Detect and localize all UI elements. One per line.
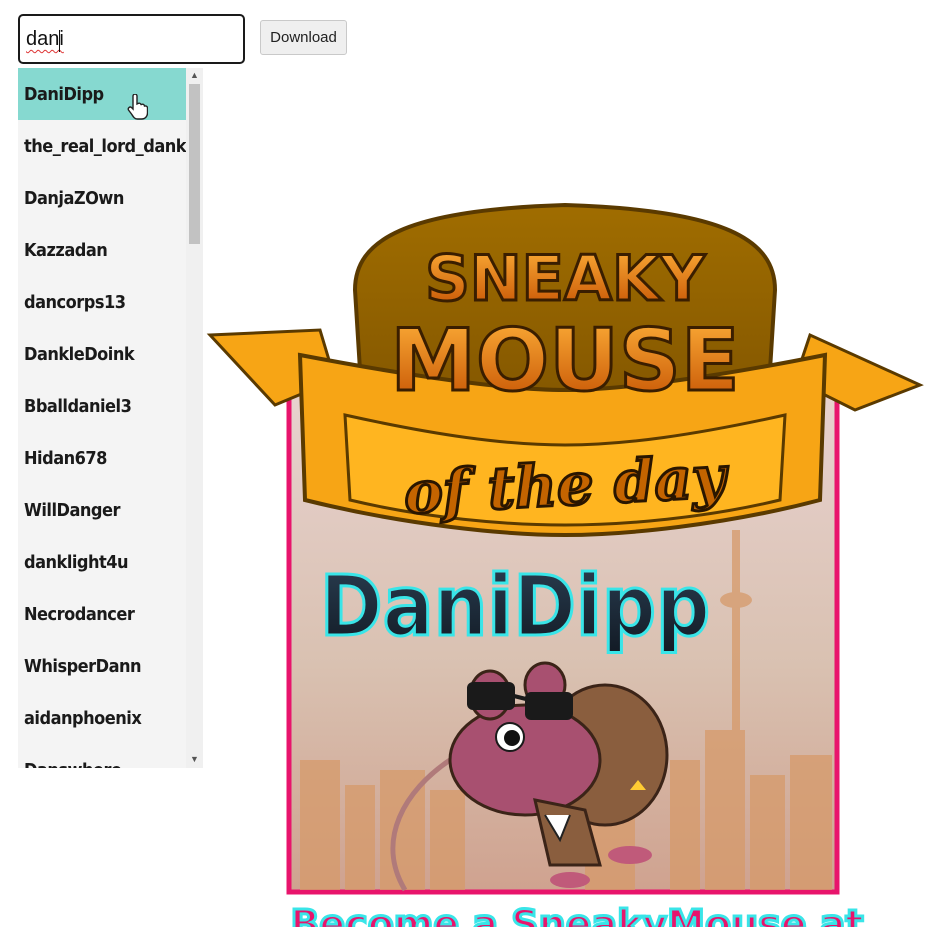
- sneaky-mouse-poster: SNEAKY MOUSE of the day DaniDipp Become …: [206, 202, 924, 927]
- scroll-thumb[interactable]: [189, 84, 200, 244]
- title-line2: MOUSE: [390, 311, 739, 411]
- hand-cursor-icon: [127, 94, 148, 120]
- poster-footer-text: Become a SneakyMouse at: [290, 902, 863, 927]
- suggestion-item[interactable]: Kazzadan: [18, 224, 186, 276]
- suggestion-item[interactable]: WillDanger: [18, 484, 186, 536]
- suggestion-item[interactable]: Hidan678: [18, 432, 186, 484]
- suggestion-item[interactable]: danklight4u: [18, 536, 186, 588]
- suggestion-item[interactable]: Bballdaniel3: [18, 380, 186, 432]
- suggestion-item[interactable]: aidanphoenix: [18, 692, 186, 744]
- suggestion-item[interactable]: DaniDipp: [18, 68, 186, 120]
- suggestion-item[interactable]: the_real_lord_dankey: [18, 120, 186, 172]
- title-line1: SNEAKY: [425, 242, 706, 315]
- scroll-up-icon[interactable]: ▲: [190, 70, 199, 80]
- autocomplete-dropdown: DaniDipp the_real_lord_dankey DanjaZOwn …: [18, 68, 203, 768]
- suggestion-item[interactable]: DankleDoink: [18, 328, 186, 380]
- winner-name: DaniDipp: [320, 557, 710, 655]
- suggestion-item[interactable]: DanjaZOwn: [18, 172, 186, 224]
- download-button[interactable]: Download: [260, 20, 347, 55]
- text-caret: [59, 30, 60, 52]
- dropdown-scrollbar[interactable]: ▲ ▼: [186, 68, 203, 768]
- suggestion-item[interactable]: dancorps13: [18, 276, 186, 328]
- scroll-down-icon[interactable]: ▼: [190, 754, 199, 764]
- suggestion-item[interactable]: Danswhere: [18, 744, 186, 769]
- suggestion-item[interactable]: WhisperDann: [18, 640, 186, 692]
- suggestion-item[interactable]: Necrodancer: [18, 588, 186, 640]
- search-input[interactable]: dani: [18, 14, 245, 64]
